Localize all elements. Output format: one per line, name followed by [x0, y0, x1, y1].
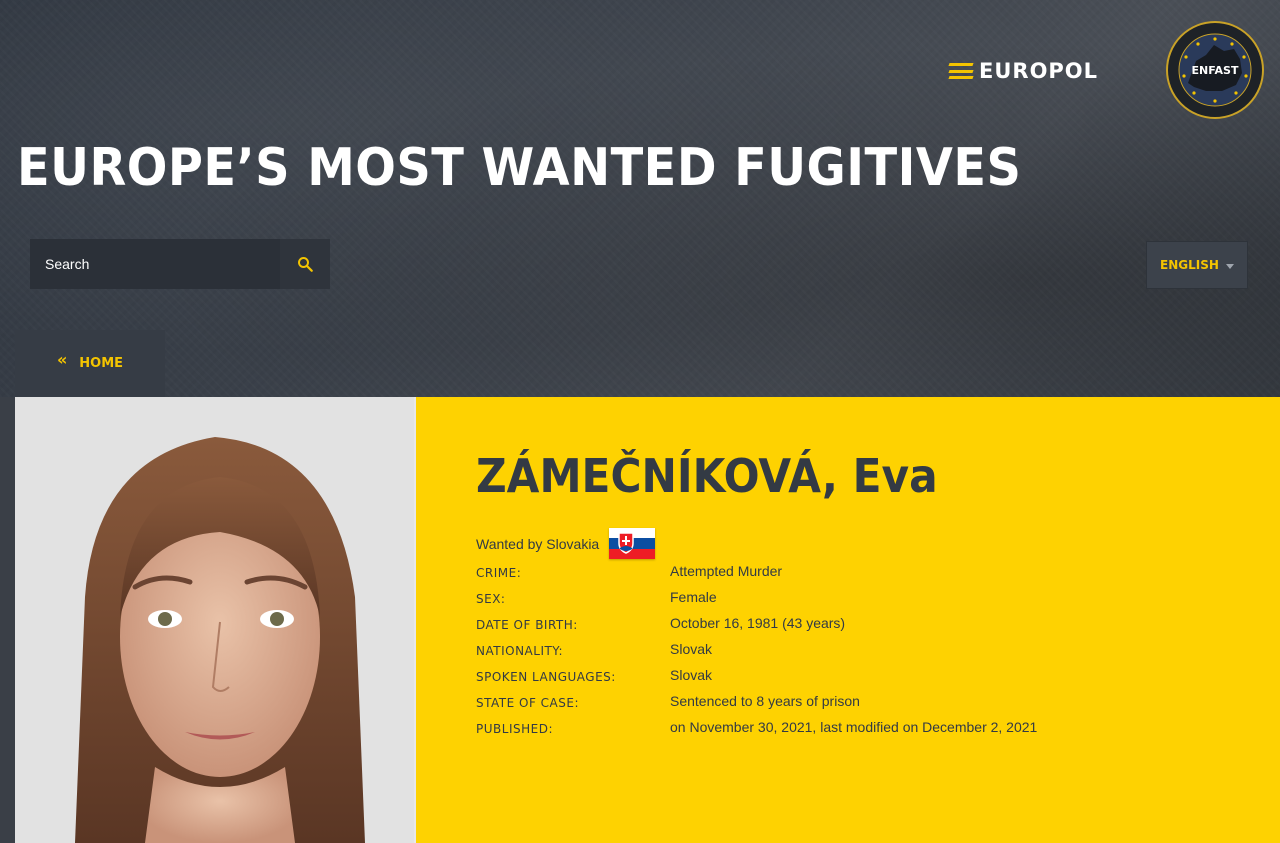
detail-row-published: PUBLISHED: on November 30, 2021, last mo… — [476, 718, 1037, 744]
detail-label: STATE OF CASE: — [476, 696, 580, 710]
language-select[interactable]: ENGLISH — [1146, 241, 1248, 289]
detail-row-sex: SEX: Female — [476, 588, 1037, 614]
detail-label: CRIME: — [476, 566, 522, 580]
slovakia-flag-icon — [609, 528, 656, 559]
europol-logo[interactable]: EUROPOL — [948, 59, 1099, 83]
fugitive-photo — [15, 397, 414, 843]
europol-wordmark: EUROPOL — [979, 59, 1099, 83]
caret-down-icon — [1226, 264, 1234, 269]
search-button[interactable] — [280, 239, 330, 289]
detail-value: Sentenced to 8 years of prison — [670, 693, 860, 709]
detail-row-state-of-case: STATE OF CASE: Sentenced to 8 years of p… — [476, 692, 1037, 718]
detail-value: on November 30, 2021, last modified on D… — [670, 719, 1038, 735]
detail-value: Attempted Murder — [670, 563, 783, 579]
search-input[interactable] — [30, 239, 280, 289]
detail-value: Slovak — [670, 641, 713, 657]
language-select-value: ENGLISH — [1160, 258, 1219, 272]
fugitive-info-panel: ZÁMEČNÍKOVÁ, Eva Wanted by Slovakia CRIM… — [414, 397, 1280, 843]
europol-mark-icon — [948, 63, 974, 79]
fugitive-name: ZÁMEČNÍKOVÁ, Eva — [476, 449, 938, 503]
detail-row-spoken-languages: SPOKEN LANGUAGES: Slovak — [476, 666, 1037, 692]
search-icon — [298, 257, 313, 272]
home-link-label: HOME — [79, 356, 124, 371]
double-chevron-left-icon: « — [56, 350, 68, 369]
detail-label: DATE OF BIRTH: — [476, 618, 578, 632]
search-box — [30, 239, 330, 289]
detail-label: SPOKEN LANGUAGES: — [476, 670, 616, 684]
detail-label: NATIONALITY: — [476, 644, 564, 658]
detail-row-crime: CRIME: Attempted Murder — [476, 562, 1037, 588]
detail-row-nationality: NATIONALITY: Slovak — [476, 640, 1037, 666]
detail-row-date-of-birth: DATE OF BIRTH: October 16, 1981 (43 year… — [476, 614, 1037, 640]
detail-value: Slovak — [670, 667, 713, 683]
detail-label: SEX: — [476, 592, 506, 606]
wanted-by-text: Wanted by Slovakia — [476, 535, 600, 552]
page-title: EUROPE’S MOST WANTED FUGITIVES — [17, 138, 1022, 198]
detail-value: Female — [670, 589, 717, 605]
detail-value: October 16, 1981 (43 years) — [670, 615, 846, 631]
fugitive-details: CRIME: Attempted Murder SEX: Female DATE… — [476, 562, 1037, 744]
detail-label: PUBLISHED: — [476, 722, 553, 736]
home-link[interactable]: « HOME — [15, 330, 165, 397]
portrait-image — [15, 397, 414, 843]
enfast-logo-text: ENFAST — [1192, 64, 1239, 77]
wanted-by: Wanted by Slovakia — [476, 528, 656, 559]
enfast-logo[interactable]: ENFAST — [1166, 21, 1264, 119]
